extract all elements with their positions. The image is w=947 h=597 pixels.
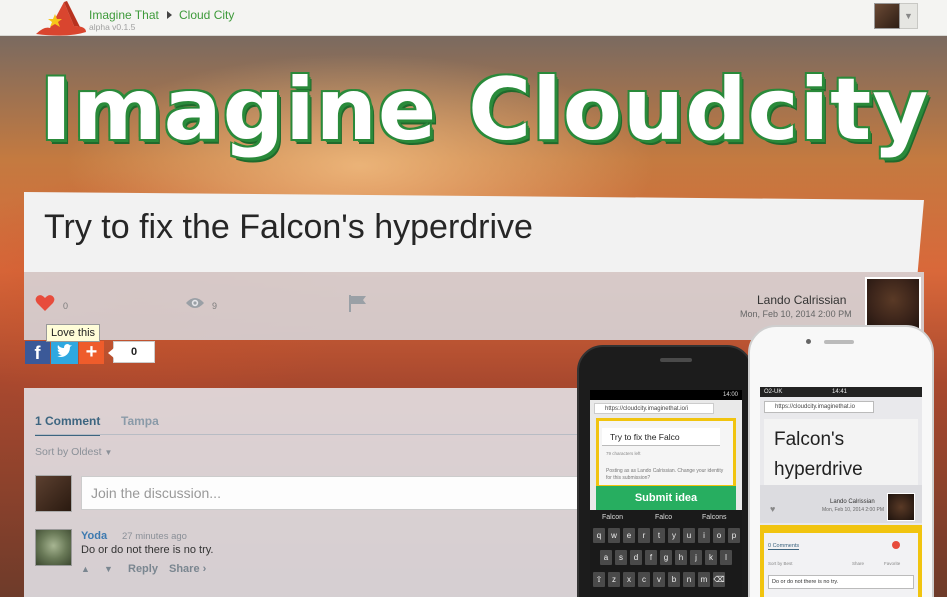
iphone-notification-badge [892,541,900,549]
key: t [653,528,665,543]
downvote-chevron-down-icon[interactable]: ▼ [104,564,113,574]
key: n [683,572,695,587]
key: f [645,550,657,565]
android-posting-as: Posting as as Lando Calrissian. Change y… [606,468,724,481]
iphone-sort: Sort by Best [768,561,793,566]
android-status-bar: 14:00 [590,390,742,400]
key: m [698,572,710,587]
android-keyboard: Falcon Falco Falcons q w e r t y u i o p… [590,510,742,597]
android-chars-left: 79 characters left [606,451,641,456]
android-url-bar: https://cloudcity.imaginethat.io/i [594,403,714,414]
key: a [600,550,612,565]
key: c [638,572,650,587]
keyboard-suggestion: Falcons [702,514,727,521]
love-count: 0 [63,301,69,311]
keyboard-row-3: ⇧ z x c v b n m ⌫ [593,572,725,587]
key: j [690,550,702,565]
iphone-idea-title: Falcon's hyperdrive [774,429,863,480]
user-avatar[interactable] [874,3,900,29]
heart-icon[interactable] [35,294,55,312]
android-submit-button: Submit idea [596,486,736,510]
shift-key-icon: ⇧ [593,572,605,587]
android-screen: 14:00 https://cloudcity.imaginethat.io/i… [590,390,742,597]
key: o [713,528,725,543]
keyboard-suggestion: Falcon [602,514,624,521]
key: q [593,528,605,543]
keyboard-row-1: q w e r t y u i o p [593,528,740,543]
flag-icon[interactable] [348,294,368,312]
upvote-chevron-up-icon[interactable]: ▲ [81,564,90,574]
love-this-tooltip: Love this [46,324,101,342]
key: w [608,528,620,543]
iphone-author-avatar [887,493,915,521]
key: p [728,528,740,543]
current-user-avatar [35,475,72,512]
join-discussion-input[interactable] [81,476,581,510]
community-title: Imagine Cloudcity [40,60,930,160]
idea-author-name[interactable]: Lando Calrissian [757,293,846,307]
tab-community[interactable]: Tampa [121,414,159,428]
comment-share-button[interactable]: Share › [169,563,206,575]
key: g [660,550,672,565]
brand-name[interactable]: Imagine That [89,8,159,22]
iphone-camera [806,339,811,344]
breadcrumb-community[interactable]: Cloud City [179,8,234,22]
key: b [668,572,680,587]
tab-comments[interactable]: 1 Comment [35,414,101,436]
iphone-carrier: O2-UK [764,389,783,395]
iphone-time: 14:41 [832,389,848,395]
facebook-share-icon[interactable]: f [25,341,50,364]
iphone-url-bar: https://cloudcity.imaginethat.io [764,401,874,413]
reply-button[interactable]: Reply [128,563,158,575]
key: r [638,528,650,543]
idea-post-date: Mon, Feb 10, 2014 2:00 PM [740,309,852,319]
idea-title: Try to fix the Falcon's hyperdrive [44,208,533,246]
sort-label: Sort by Oldest [35,446,102,458]
key: i [698,528,710,543]
key: e [623,528,635,543]
app-version: alpha v0.1.5 [89,22,136,32]
key: h [675,550,687,565]
iphone-speaker [824,340,854,344]
keyboard-row-2: a s d f g h j k l [600,550,732,565]
commenter-avatar[interactable] [35,529,72,566]
key: d [630,550,642,565]
comment-body: Do or do not there is no try. [81,544,214,556]
user-menu-chevron-down-icon[interactable]: ▼ [900,3,918,29]
iphone-status-bar: O2-UK 14:41 [760,387,922,397]
iphone-comment-input: Do or do not there is no try. [768,575,914,589]
key: u [683,528,695,543]
keyboard-suggestion: Falco [655,514,673,521]
backspace-key-icon: ⌫ [713,572,725,587]
iphone-share: Share [852,561,865,566]
key: l [720,550,732,565]
iphone-screen: O2-UK 14:41 https://cloudcity.imaginetha… [760,387,922,597]
sort-chevron-down-icon: ▼ [104,448,113,457]
share-count: 0 [108,341,155,363]
eye-icon [186,298,204,308]
key: v [653,572,665,587]
key: y [668,528,680,543]
wizard-hat-logo-icon[interactable] [34,0,88,38]
tab-divider [35,434,595,435]
breadcrumb-arrow-icon [167,11,172,19]
comment-timestamp[interactable]: 27 minutes ago [122,531,187,542]
share-more-plus-icon[interactable]: + [79,341,104,364]
iphone-heart-icon: ♥ [770,504,776,514]
key: s [615,550,627,565]
key: k [705,550,717,565]
commenter-name[interactable]: Yoda [81,530,107,542]
iphone-favorite: Favorite [884,561,901,566]
key: x [623,572,635,587]
top-navbar: Imagine That alpha v0.1.5 Cloud City ▼ [0,0,947,36]
iphone-comments-tab: 0 Comments [768,543,800,550]
view-count: 9 [212,301,218,311]
android-title-field: Try to fix the Falco [602,428,720,446]
sort-dropdown[interactable]: Sort by Oldest ▼ [35,446,112,458]
key: z [608,572,620,587]
twitter-share-icon[interactable] [51,341,78,364]
iphone-date: Mon, Feb 10, 2014 2:00 PM [822,507,884,513]
android-speaker [660,358,692,362]
iphone-author: Lando Calrissian [830,499,875,505]
